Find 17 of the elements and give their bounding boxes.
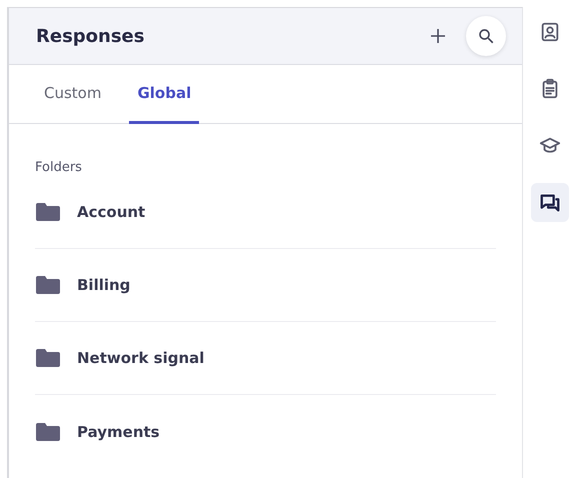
folder-icon bbox=[35, 275, 61, 295]
rail-button[interactable] bbox=[530, 183, 568, 222]
panel-title: Responses bbox=[36, 26, 146, 46]
tab[interactable]: Custom bbox=[36, 65, 110, 124]
folder-name[interactable]: Billing bbox=[77, 276, 130, 294]
tab[interactable]: Global bbox=[129, 65, 200, 124]
search-icon bbox=[477, 27, 495, 45]
folder-name[interactable]: Account bbox=[77, 203, 146, 221]
plus-icon bbox=[429, 27, 447, 45]
search-button[interactable] bbox=[466, 16, 506, 56]
folder-icon bbox=[35, 422, 61, 442]
section-label: Folders bbox=[35, 160, 83, 175]
folder-icon bbox=[35, 202, 61, 222]
folder-name[interactable]: Payments bbox=[77, 422, 160, 440]
chat-icon bbox=[538, 192, 560, 214]
folder-icon bbox=[35, 348, 61, 368]
folder-name[interactable]: Network signal bbox=[77, 349, 204, 367]
